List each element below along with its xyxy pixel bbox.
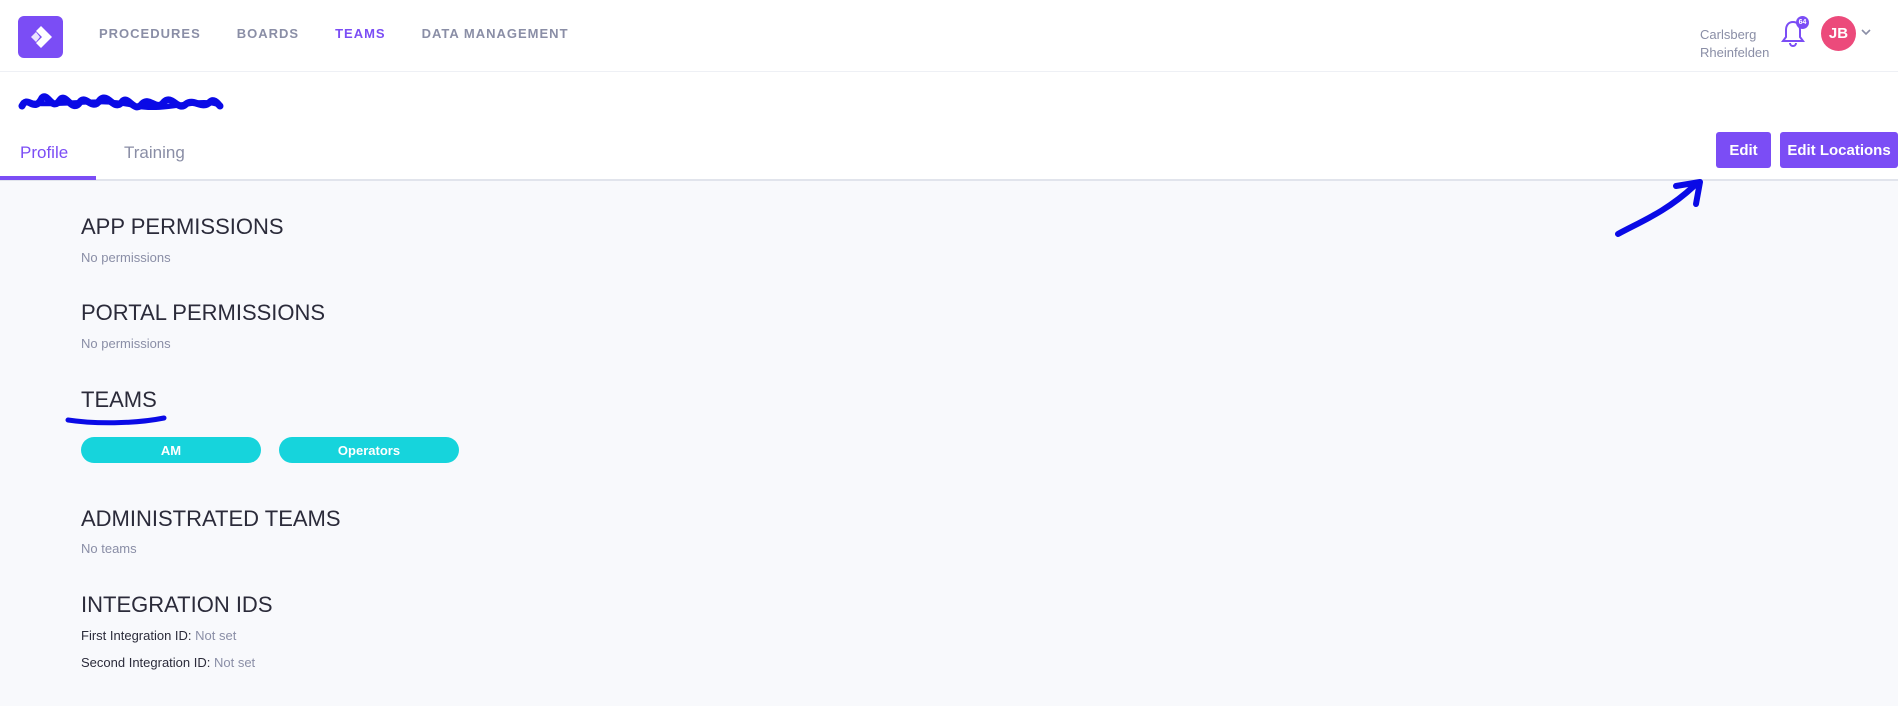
edit-locations-button[interactable]: Edit Locations xyxy=(1780,132,1898,168)
teams-title: TEAMS xyxy=(81,387,157,412)
portal-permissions-title: PORTAL PERMISSIONS xyxy=(81,300,326,325)
redacted-name-scribble xyxy=(18,93,224,111)
tab-profile[interactable]: Profile xyxy=(20,143,68,163)
app-permissions-title: APP PERMISSIONS xyxy=(81,214,284,239)
edit-button[interactable]: Edit xyxy=(1716,132,1771,168)
nav-boards[interactable]: BOARDS xyxy=(237,26,299,41)
first-integration-id-label: First Integration ID: xyxy=(81,628,192,643)
first-integration-id-value: Not set xyxy=(195,628,237,643)
tab-training[interactable]: Training xyxy=(124,143,185,163)
administrated-teams-title: ADMINISTRATED TEAMS xyxy=(81,506,341,531)
nav-data-management[interactable]: DATA MANAGEMENT xyxy=(422,26,569,41)
second-integration-id-label: Second Integration ID: xyxy=(81,655,211,670)
top-navbar: PROCEDURES BOARDS TEAMS DATA MANAGEMENT … xyxy=(0,0,1898,72)
nav-procedures[interactable]: PROCEDURES xyxy=(99,26,201,41)
administrated-teams-empty: No teams xyxy=(81,541,137,556)
org-name: Carlsberg xyxy=(1700,27,1757,42)
notification-count-badge: 64 xyxy=(1796,16,1809,29)
second-integration-id-value: Not set xyxy=(213,655,256,670)
org-location: Rheinfelden xyxy=(1700,45,1770,60)
app-permissions-empty: No permissions xyxy=(81,250,171,265)
team-chip[interactable]: AM xyxy=(81,437,261,463)
second-integration-id: Second Integration ID: Not set xyxy=(81,655,255,670)
app-logo-icon[interactable] xyxy=(18,16,63,58)
nav-teams[interactable]: TEAMS xyxy=(335,26,386,41)
chevron-down-icon[interactable] xyxy=(1861,28,1871,36)
organization-selector[interactable]: Carlsberg Rheinfelden xyxy=(1700,26,1769,62)
profile-header: Profile Training Edit Edit Locations xyxy=(0,72,1898,181)
main-nav: PROCEDURES BOARDS TEAMS DATA MANAGEMENT xyxy=(99,26,569,41)
user-avatar[interactable]: JB xyxy=(1821,16,1856,51)
integration-ids-title: INTEGRATION IDS xyxy=(81,592,273,617)
annotation-arrow-icon xyxy=(1615,179,1703,237)
active-tab-indicator xyxy=(0,176,96,180)
portal-permissions-empty: No permissions xyxy=(81,336,171,351)
team-chip[interactable]: Operators xyxy=(279,437,459,463)
annotation-underline xyxy=(65,415,167,426)
first-integration-id: First Integration ID: Not set xyxy=(81,628,236,643)
